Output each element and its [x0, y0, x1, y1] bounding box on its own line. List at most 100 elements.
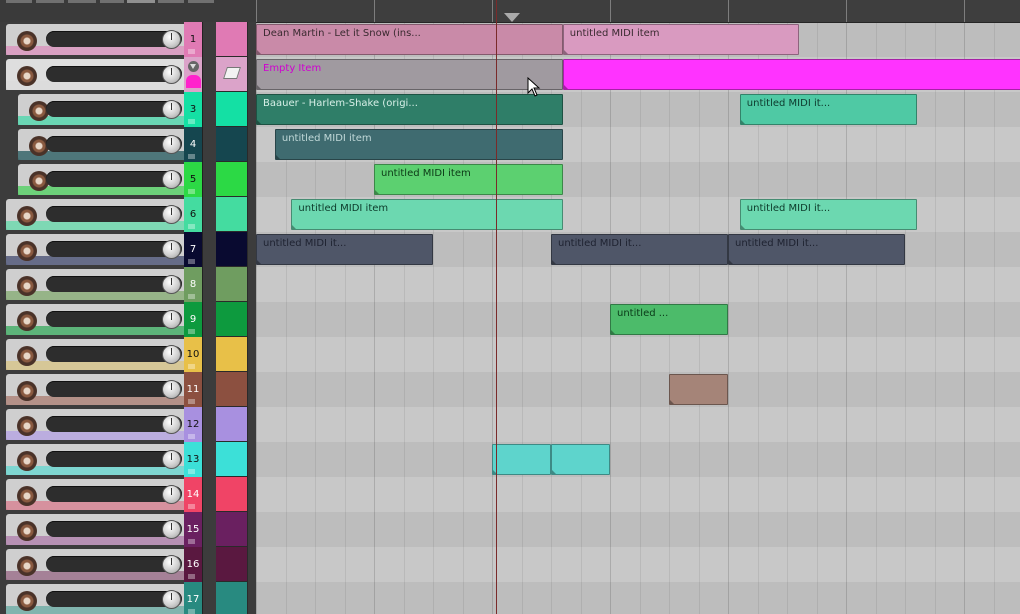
track-panel[interactable] [6, 374, 184, 405]
arrange-view[interactable]: Dean Martin - Let it Snow (ins... untitle… [256, 0, 1020, 614]
fader-handle[interactable] [162, 415, 181, 434]
track-number[interactable]: 12 [184, 407, 203, 442]
track-color-swatch[interactable] [216, 442, 248, 477]
item-corner-handle[interactable] [256, 119, 262, 124]
track-panel[interactable] [18, 94, 184, 125]
track-color-swatch[interactable] [216, 337, 248, 372]
folder-state-icon[interactable] [186, 75, 201, 88]
track-row[interactable]: 16 [0, 547, 256, 582]
pan-fader[interactable] [46, 380, 182, 399]
item-corner-handle[interactable] [552, 259, 557, 264]
folder-icon[interactable] [188, 434, 195, 439]
track-number[interactable]: 15 [184, 512, 203, 547]
track-icon[interactable] [223, 67, 241, 79]
media-item[interactable]: untitled MIDI item [374, 164, 563, 195]
track-number[interactable]: 17 [184, 582, 203, 614]
media-item[interactable]: Dean Martin - Let it Snow (ins... [256, 24, 563, 55]
track-color-swatch[interactable] [216, 22, 248, 57]
pan-fader[interactable] [46, 590, 182, 609]
media-item[interactable] [551, 444, 610, 475]
track-panel[interactable] [6, 444, 184, 475]
track-color-swatch[interactable] [216, 512, 248, 547]
pan-fader[interactable] [46, 415, 182, 434]
folder-icon[interactable] [188, 329, 195, 334]
media-item[interactable] [492, 444, 551, 475]
folder-icon[interactable] [188, 294, 195, 299]
fader-handle[interactable] [162, 240, 181, 259]
pan-fader[interactable] [46, 520, 182, 539]
volume-knob[interactable] [17, 206, 37, 226]
item-corner-handle[interactable] [374, 189, 380, 194]
item-corner-handle[interactable] [729, 259, 734, 264]
pan-fader[interactable] [46, 555, 182, 574]
track-row[interactable]: 6 [0, 197, 256, 232]
track-number[interactable]: 11 [184, 372, 203, 407]
pan-fader[interactable] [46, 30, 182, 49]
track-color-swatch[interactable] [216, 547, 248, 582]
fader-handle[interactable] [162, 65, 181, 84]
fader-handle[interactable] [162, 520, 181, 539]
fader-handle[interactable] [162, 345, 181, 364]
track-panel[interactable] [6, 514, 184, 545]
track-row[interactable]: 7 [0, 232, 256, 267]
folder-icon[interactable] [188, 189, 195, 194]
track-panel[interactable] [6, 269, 184, 300]
playhead-cursor[interactable] [496, 0, 497, 614]
fader-handle[interactable] [162, 485, 181, 504]
track-number[interactable]: 5 [184, 162, 203, 197]
volume-knob[interactable] [17, 276, 37, 296]
track-row[interactable]: 3 [0, 92, 256, 127]
folder-icon[interactable] [188, 119, 195, 124]
track-row[interactable] [0, 57, 256, 92]
volume-knob[interactable] [17, 521, 37, 541]
folder-icon[interactable] [188, 154, 195, 159]
track-row[interactable]: 12 [0, 407, 256, 442]
track-panel[interactable] [6, 59, 184, 90]
volume-knob[interactable] [17, 66, 37, 86]
item-corner-handle[interactable] [563, 49, 569, 54]
pan-fader[interactable] [46, 135, 182, 154]
track-color-swatch[interactable] [216, 582, 248, 614]
track-row[interactable]: 1 [0, 22, 256, 57]
volume-knob[interactable] [17, 486, 37, 506]
item-corner-handle[interactable] [552, 469, 557, 474]
pan-fader[interactable] [46, 345, 182, 364]
fader-handle[interactable] [162, 275, 181, 294]
fader-handle[interactable] [162, 590, 181, 609]
top-button[interactable] [127, 0, 155, 3]
item-corner-handle[interactable] [275, 154, 281, 159]
pan-fader[interactable] [46, 485, 182, 504]
track-color-swatch[interactable] [216, 267, 248, 302]
fader-handle[interactable] [162, 450, 181, 469]
folder-icon[interactable] [188, 49, 195, 54]
track-row[interactable]: 9 [0, 302, 256, 337]
media-item[interactable]: Baauer - Harlem-Shake (origi... [256, 94, 563, 125]
fader-handle[interactable] [162, 310, 181, 329]
track-row[interactable]: 5 [0, 162, 256, 197]
track-number[interactable]: 8 [184, 267, 203, 302]
track-color-swatch[interactable] [216, 197, 248, 232]
track-number[interactable]: 1 [184, 22, 203, 57]
track-color-swatch[interactable] [216, 477, 248, 512]
top-button[interactable] [6, 0, 32, 3]
top-button[interactable] [158, 0, 184, 3]
item-corner-handle[interactable] [740, 119, 746, 124]
media-item[interactable]: untitled MIDI item [562, 24, 799, 55]
fader-handle[interactable] [162, 205, 181, 224]
item-corner-handle[interactable] [611, 329, 616, 334]
item-corner-handle[interactable] [256, 84, 262, 89]
track-panel[interactable] [6, 339, 184, 370]
track-panel[interactable] [6, 584, 184, 614]
volume-knob[interactable] [17, 346, 37, 366]
folder-icon[interactable] [188, 224, 195, 229]
track-panel[interactable] [6, 409, 184, 440]
fader-handle[interactable] [162, 30, 181, 49]
track-panel[interactable] [6, 304, 184, 335]
media-item[interactable]: Empty Item [256, 59, 563, 90]
track-panel[interactable] [6, 24, 184, 55]
media-item[interactable]: untitled ... [610, 304, 728, 335]
track-color-swatch[interactable] [216, 162, 248, 197]
item-corner-handle[interactable] [670, 399, 675, 404]
volume-knob[interactable] [17, 416, 37, 436]
media-item[interactable]: untitled MIDI it... [739, 94, 917, 125]
